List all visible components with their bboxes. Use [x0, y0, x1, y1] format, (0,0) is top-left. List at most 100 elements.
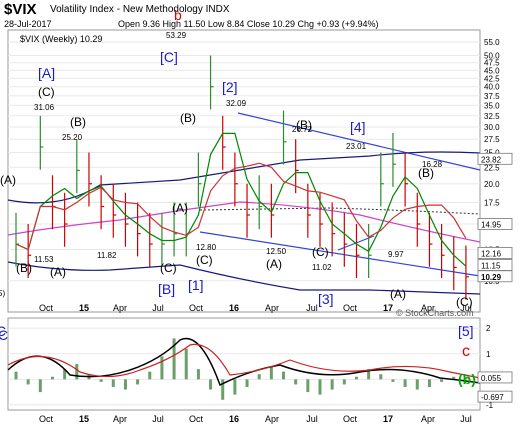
histogram-bar — [111, 379, 115, 387]
x-tick-label: Jul — [152, 303, 164, 313]
wave-label: (A) — [390, 287, 406, 301]
wave-label: 53.29 — [166, 31, 187, 40]
histogram-bar — [403, 379, 407, 387]
wave-label: (C) — [160, 261, 177, 275]
x-tick-label: 16 — [229, 303, 239, 313]
price-tags: 23.82 14.95 12.16 11.15 10.29 — [477, 152, 513, 283]
y-tick-label: 37.5 — [484, 92, 500, 101]
histogram-bar — [282, 371, 286, 380]
histogram-bar — [196, 369, 200, 380]
osc-y-tick: 2 — [486, 324, 491, 333]
histogram-bar — [160, 356, 164, 380]
osc-wave-label: [5] — [458, 323, 474, 339]
histogram-bar — [269, 366, 273, 380]
price-tag-label: 11.15 — [481, 262, 501, 271]
wave-label: 12.50 — [266, 247, 287, 256]
wave-label: (B) — [180, 111, 196, 125]
wave-label: (A) — [0, 173, 16, 187]
oscillator-panel — [7, 317, 481, 411]
histogram-bar — [330, 379, 334, 390]
x-tick-label: 17 — [383, 414, 393, 424]
histogram-bar — [50, 376, 54, 380]
x-tick-label: Jul — [306, 303, 318, 313]
histogram-bar — [415, 379, 419, 390]
histogram-bar — [318, 379, 322, 395]
wave-label: 16.28 — [422, 160, 443, 169]
x-tick-label: Oct — [189, 303, 204, 313]
histogram-bar — [148, 371, 152, 380]
x-tick-label: Jul — [152, 414, 164, 424]
histogram-bar — [99, 379, 103, 382]
y-tick-label: 30.0 — [484, 123, 500, 132]
x-tick-label: Oct — [343, 303, 358, 313]
watermark: © StockCharts.com — [396, 308, 474, 318]
x-tick-label: Apr — [265, 414, 279, 424]
y-tick-label: 20.0 — [484, 180, 500, 189]
histogram-bar — [440, 379, 444, 382]
index-name: Volatility Index - New Methodology INDX — [50, 4, 230, 15]
wave-label: (B) — [16, 261, 32, 275]
histogram-bar — [75, 364, 79, 380]
legend-label: $VIX (Weekly) 10.29 — [20, 34, 102, 44]
histogram-bar — [38, 379, 42, 393]
wave-label: (A) — [266, 257, 282, 271]
wave-label: 32.09 — [226, 99, 247, 108]
histogram-bar — [233, 379, 237, 395]
wave-label: 9.97 — [388, 250, 404, 259]
histogram-bar — [26, 379, 30, 385]
wave-label: 26.72 — [292, 125, 313, 134]
wave-label: (A) — [172, 201, 188, 215]
date-label: 28-Jul-2017 — [4, 19, 52, 29]
wave-label: 5) — [0, 289, 5, 298]
wave-label: 11.53 — [34, 255, 54, 264]
vix-chart: $VIX Volatility Index - New Methodology … — [0, 1, 513, 424]
price-tag-label: 23.82 — [481, 155, 502, 164]
wave-label: 23.01 — [346, 142, 367, 151]
x-tick-label: Apr — [113, 303, 127, 313]
price-tag-label: 14.95 — [481, 220, 502, 229]
wave-label: b — [174, 7, 182, 23]
x-tick-label: Apr — [113, 414, 127, 424]
y-tick-label: 35.0 — [484, 101, 500, 110]
histogram-bar — [257, 374, 261, 380]
histogram-bar — [391, 379, 395, 382]
x-tick-label: 15 — [79, 414, 89, 424]
histogram-bar — [342, 379, 346, 385]
wave-label: (A) — [50, 265, 66, 279]
histogram-bar — [14, 371, 18, 380]
wave-label: 12.80 — [196, 243, 217, 252]
ohlc-readout: Open 9.36 High 11.50 Low 8.84 Close 10.2… — [118, 19, 379, 29]
wave-label: (C) — [196, 253, 213, 267]
x-tick-label: Oct — [189, 414, 204, 424]
y-tick-label: 40.0 — [484, 83, 500, 92]
wave-label: [3] — [318, 291, 334, 307]
histogram-bar — [427, 379, 431, 387]
x-tick-label: Jul — [460, 414, 472, 424]
histogram-bar — [379, 374, 383, 380]
wave-label: [1] — [188, 277, 204, 293]
histogram-bar — [306, 379, 310, 393]
y-tick-label: 55.0 — [484, 38, 500, 47]
wave-label: [B] — [158, 281, 175, 297]
histogram-bar — [294, 379, 298, 385]
osc-tag-label: -0.697 — [481, 393, 504, 402]
ticker-title: $VIX — [4, 1, 37, 18]
wave-label: [2] — [222, 79, 238, 95]
x-tick-label: 15 — [79, 303, 89, 313]
price-tag-label: 12.16 — [481, 249, 502, 258]
wave-label: 25.20 — [62, 133, 83, 142]
osc-y-tick: 1 — [486, 350, 491, 359]
osc-tag-label: 0.055 — [481, 374, 502, 383]
x-tick-label: Apr — [265, 303, 279, 313]
x-axis-bottom: Oct 15 Apr Jul Oct 16 Apr Jul Oct 17 Apr Jul — [39, 414, 472, 424]
histogram-bar — [184, 348, 188, 380]
wave-label: 11.82 — [97, 251, 117, 260]
wave-label: (B) — [70, 115, 86, 129]
x-tick-label: Oct — [39, 414, 54, 424]
y-tick-label: 32.5 — [484, 112, 500, 121]
histogram-bar — [209, 379, 213, 390]
x-tick-label: 17 — [383, 303, 393, 313]
wave-label: 31.06 — [34, 103, 55, 112]
wave-label: [4] — [350, 119, 366, 135]
x-tick-label: 16 — [229, 414, 239, 424]
